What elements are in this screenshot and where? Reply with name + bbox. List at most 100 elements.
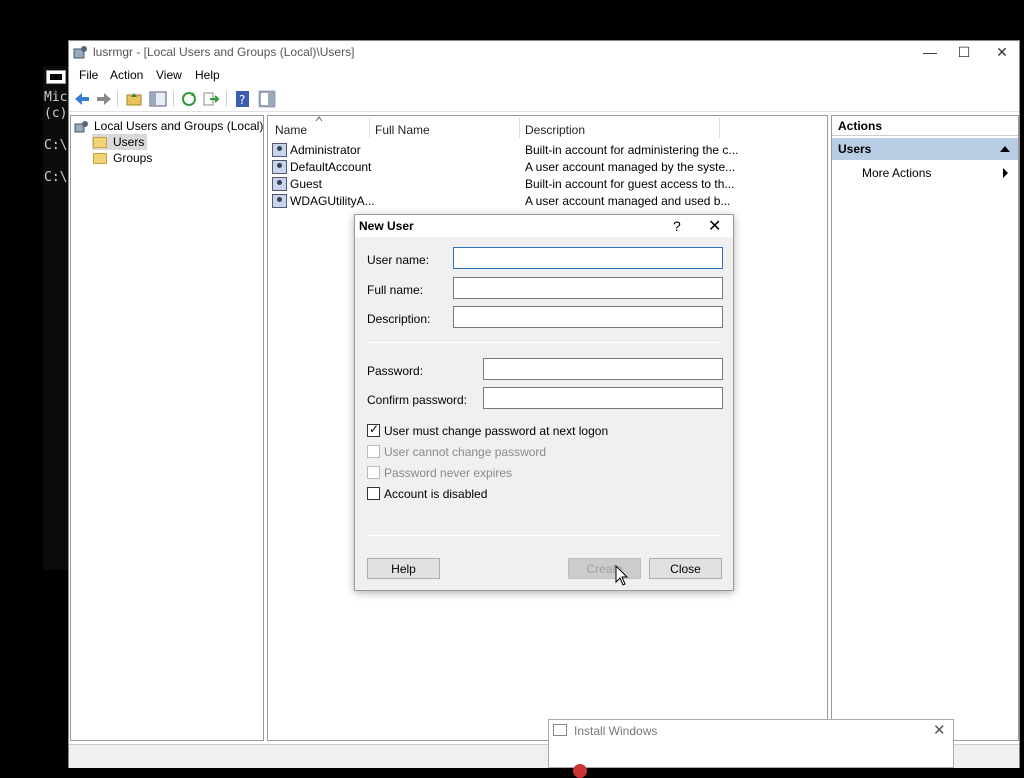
column-divider[interactable] — [719, 118, 720, 138]
more-actions-link[interactable]: More Actions — [862, 166, 931, 180]
show-hide-action-pane-icon[interactable] — [258, 90, 276, 108]
checkbox-unchecked — [367, 466, 380, 480]
toolbar-separator — [226, 91, 227, 107]
user-icon — [272, 160, 287, 174]
full-name-input[interactable] — [453, 277, 723, 299]
menu-action[interactable]: Action — [110, 68, 143, 82]
install-window-title: Install Windows — [574, 724, 658, 738]
user-name: WDAGUtilityA... — [290, 194, 375, 208]
dialog-title: New User — [359, 219, 414, 233]
cannot-change-password-checkbox: User cannot change password — [367, 445, 546, 459]
table-row[interactable]: Guest Built-in account for guest access … — [272, 176, 822, 193]
minimize-button[interactable]: — — [921, 43, 939, 61]
confirm-password-label: Confirm password: — [367, 393, 468, 407]
create-button[interactable]: Create — [568, 558, 641, 579]
window-title: lusrmgr - [Local Users and Groups (Local… — [93, 45, 355, 59]
user-description: A user account managed and used b... — [525, 194, 731, 208]
actions-pane: Actions Users More Actions — [831, 115, 1019, 741]
checkbox-unchecked[interactable] — [367, 487, 380, 501]
tree-root[interactable]: Local Users and Groups (Local) — [74, 119, 263, 134]
dialog-close-icon[interactable]: ✕ — [708, 216, 721, 236]
column-divider[interactable] — [369, 118, 370, 138]
title-bar[interactable]: lusrmgr - [Local Users and Groups (Local… — [69, 41, 1019, 63]
user-description: A user account managed by the syste... — [525, 160, 736, 174]
install-windows-window: Install Windows ✕ — [548, 719, 954, 778]
description-input[interactable] — [453, 306, 723, 328]
refresh-icon[interactable] — [180, 90, 198, 108]
help-icon[interactable]: ? — [234, 90, 252, 108]
checkbox-checked[interactable] — [367, 422, 380, 438]
confirm-password-input[interactable] — [483, 387, 723, 409]
console-icon — [46, 70, 66, 84]
table-row[interactable]: WDAGUtilityA... A user account managed a… — [272, 193, 822, 210]
collapse-icon[interactable] — [1000, 146, 1010, 152]
user-name-label: User name: — [367, 253, 430, 267]
tree-root-label: Local Users and Groups (Local) — [94, 119, 264, 133]
back-arrow-icon[interactable] — [73, 90, 91, 108]
user-icon — [272, 177, 287, 191]
checkbox-label: Password never expires — [384, 466, 513, 480]
users-groups-icon — [74, 120, 88, 133]
users-groups-icon — [73, 46, 87, 59]
dialog-title-bar[interactable]: New User ? ✕ — [355, 215, 733, 237]
sort-ascending-icon — [315, 116, 323, 122]
forward-arrow-icon[interactable] — [95, 90, 113, 108]
dialog-help-button[interactable]: ? — [673, 218, 681, 234]
console-line: Mic — [44, 90, 68, 105]
help-button[interactable]: Help — [367, 558, 440, 579]
console-line: C:\ — [44, 170, 68, 185]
checkbox-label: User cannot change password — [384, 445, 547, 459]
user-description: Built-in account for guest access to th.… — [525, 177, 735, 191]
menu-bar: File Action View Help — [69, 65, 1019, 85]
close-button[interactable]: ✕ — [993, 43, 1011, 61]
user-name: Administrator — [290, 143, 361, 157]
toolbar: ? — [69, 86, 1019, 112]
install-close-icon[interactable]: ✕ — [933, 721, 946, 739]
table-row[interactable]: DefaultAccount A user account managed by… — [272, 159, 822, 176]
user-icon — [272, 143, 287, 157]
console-line: C:\ — [44, 138, 68, 153]
column-divider[interactable] — [519, 118, 520, 138]
description-label: Description: — [367, 312, 431, 326]
user-name-input[interactable] — [453, 247, 723, 269]
menu-view[interactable]: View — [156, 68, 182, 82]
mouse-pointer-icon — [615, 565, 629, 586]
export-list-icon[interactable] — [202, 90, 220, 108]
user-name: DefaultAccount — [290, 160, 372, 174]
submenu-arrow-icon — [1003, 168, 1008, 178]
error-icon — [573, 764, 587, 778]
divider — [367, 342, 721, 343]
password-label: Password: — [367, 364, 424, 378]
column-header-name[interactable]: Name — [275, 123, 307, 137]
up-folder-icon[interactable] — [125, 90, 143, 108]
tree-item-label: Groups — [113, 151, 153, 165]
must-change-password-checkbox[interactable]: User must change password at next logon — [367, 422, 609, 438]
toolbar-separator — [117, 91, 118, 107]
window-icon — [553, 724, 567, 736]
folder-icon — [93, 137, 107, 149]
toolbar-separator — [173, 91, 174, 107]
table-row[interactable]: Administrator Built-in account for admin… — [272, 142, 822, 159]
tree-item-groups[interactable]: Groups — [93, 151, 152, 165]
actions-header: Actions — [832, 116, 1018, 136]
svg-text:?: ? — [239, 93, 245, 107]
show-hide-console-tree-icon[interactable] — [149, 90, 167, 108]
tree-item-users[interactable]: Users — [92, 134, 148, 150]
column-header-full-name[interactable]: Full Name — [375, 123, 430, 137]
menu-file[interactable]: File — [79, 68, 98, 82]
account-disabled-checkbox[interactable]: Account is disabled — [367, 487, 487, 501]
user-icon — [272, 194, 287, 208]
checkbox-label: User must change password at next logon — [384, 424, 609, 438]
checkbox-label: Account is disabled — [384, 487, 488, 501]
column-header-description[interactable]: Description — [525, 123, 585, 137]
checkbox-unchecked — [367, 445, 380, 459]
password-never-expires-checkbox: Password never expires — [367, 466, 512, 480]
new-user-dialog: New User ? ✕ User name: Full name: Descr… — [354, 214, 734, 591]
maximize-button[interactable]: ☐ — [955, 43, 973, 61]
actions-section-users[interactable]: Users — [832, 138, 1018, 160]
password-input[interactable] — [483, 358, 723, 380]
folder-icon — [93, 153, 107, 165]
close-dialog-button[interactable]: Close — [649, 558, 722, 579]
menu-help[interactable]: Help — [195, 68, 220, 82]
actions-section-label: Users — [838, 142, 872, 156]
